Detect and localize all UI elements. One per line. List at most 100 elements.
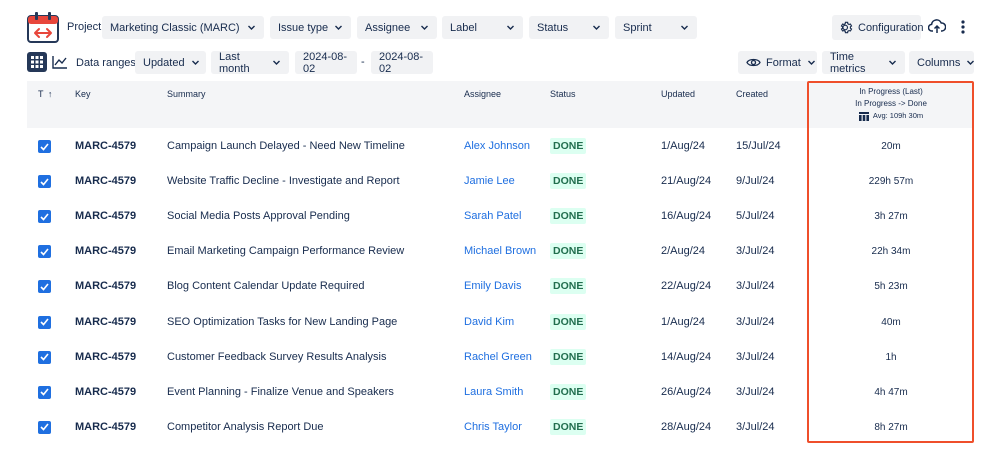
issue-key-link[interactable]: MARC-4579 (75, 210, 136, 222)
table-row[interactable]: MARC-4579 Customer Feedback Survey Result… (27, 339, 973, 374)
issue-summary[interactable]: Campaign Launch Delayed - Need New Timel… (167, 140, 405, 152)
chevron-down-icon (888, 58, 897, 67)
date-field-value: Updated (143, 56, 185, 69)
column-header-summary[interactable]: Summary (167, 89, 206, 99)
created-date: 3/Jul/24 (736, 315, 775, 328)
issue-type-filter[interactable]: Issue type (270, 16, 351, 39)
column-header-type-label: T (38, 89, 44, 99)
issue-key-link[interactable]: MARC-4579 (75, 140, 136, 152)
updated-date: 21/Aug/24 (661, 175, 712, 188)
assignee-link[interactable]: David Kim (464, 316, 514, 328)
columns-button[interactable]: Columns (909, 51, 975, 74)
date-separator: - (361, 56, 365, 68)
format-button-label: Format (766, 56, 801, 69)
issue-summary[interactable]: Blog Content Calendar Update Required (167, 280, 365, 292)
assignee-link[interactable]: Michael Brown (464, 245, 536, 257)
issue-key-link[interactable]: MARC-4579 (75, 316, 136, 328)
issue-key-link[interactable]: MARC-4579 (75, 386, 136, 398)
column-header-status[interactable]: Status (550, 89, 576, 99)
sprint-filter[interactable]: Sprint (615, 16, 697, 39)
row-checkbox[interactable] (38, 140, 51, 153)
chevron-down-icon (191, 58, 200, 67)
column-header-type[interactable]: T ↑ (38, 89, 52, 99)
assignee-link[interactable]: Chris Taylor (464, 421, 522, 433)
chevron-down-icon (807, 58, 816, 67)
table-row[interactable]: MARC-4579 SEO Optimization Tasks for New … (27, 304, 973, 339)
created-date: 3/Jul/24 (736, 420, 775, 433)
cloud-upload-icon[interactable] (927, 17, 947, 37)
column-header-updated[interactable]: Updated (661, 89, 695, 99)
issue-summary[interactable]: Social Media Posts Approval Pending (167, 210, 350, 222)
column-header-created[interactable]: Created (736, 89, 768, 99)
table-row[interactable]: MARC-4579 Blog Content Calendar Update Re… (27, 268, 973, 303)
issue-key-link[interactable]: MARC-4579 (75, 351, 136, 363)
table-row[interactable]: MARC-4579 Social Media Posts Approval Pen… (27, 198, 973, 233)
table-row[interactable]: MARC-4579 Event Planning - Finalize Venue… (27, 374, 973, 409)
assignee-link[interactable]: Sarah Patel (464, 210, 521, 222)
checkmark-icon (40, 318, 49, 326)
row-checkbox[interactable] (38, 315, 51, 329)
column-header-metric[interactable]: In Progress (Last) In Progress -> Done A… (808, 86, 974, 125)
bar-chart-icon (858, 111, 869, 121)
date-from-input[interactable]: 2024-08-02 (295, 51, 357, 75)
issue-key-link[interactable]: MARC-4579 (75, 280, 136, 292)
status-badge: DONE (550, 208, 587, 225)
metric-value: 3h 27m (874, 211, 908, 223)
date-field-select[interactable]: Updated (135, 51, 206, 74)
assignee-link[interactable]: Laura Smith (464, 386, 523, 398)
status-filter[interactable]: Status (529, 16, 609, 39)
metric-value: 5h 23m (874, 281, 908, 293)
issue-summary[interactable]: Website Traffic Decline - Investigate an… (167, 175, 400, 187)
row-checkbox[interactable] (38, 210, 51, 224)
project-select-value: Marketing Classic (MARC) (110, 21, 240, 34)
configuration-button[interactable]: Configuration (832, 15, 923, 40)
table-row[interactable]: MARC-4579 Competitor Analysis Report Due C… (27, 409, 973, 444)
issue-summary[interactable]: Event Planning - Finalize Venue and Spea… (167, 386, 394, 398)
more-options-icon[interactable] (954, 17, 972, 37)
table-row[interactable]: MARC-4579 Email Marketing Campaign Perfor… (27, 233, 973, 268)
period-select[interactable]: Last month (211, 51, 289, 75)
project-select[interactable]: Marketing Classic (MARC) (102, 16, 264, 39)
status-badge: DONE (550, 418, 587, 435)
created-date: 3/Jul/24 (736, 280, 775, 293)
assignee-link[interactable]: Alex Johnson (464, 140, 530, 152)
row-checkbox[interactable] (38, 280, 51, 294)
row-checkbox[interactable] (38, 385, 51, 399)
checkmark-icon (40, 283, 49, 291)
chevron-down-icon (680, 23, 689, 32)
column-header-key[interactable]: Key (75, 89, 91, 99)
table-row[interactable]: MARC-4579 Campaign Launch Delayed - Need … (27, 128, 973, 163)
format-button[interactable]: Format (738, 51, 817, 74)
issue-summary[interactable]: Competitor Analysis Report Due (167, 421, 324, 433)
time-metrics-button[interactable]: Time metrics (822, 51, 905, 75)
assignee-link[interactable]: Jamie Lee (464, 175, 515, 187)
issue-key-link[interactable]: MARC-4579 (75, 421, 136, 433)
row-checkbox[interactable] (38, 245, 51, 259)
row-checkbox[interactable] (38, 175, 51, 189)
issue-key-link[interactable]: MARC-4579 (75, 175, 136, 187)
assignee-link[interactable]: Emily Davis (464, 280, 521, 292)
assignee-filter[interactable]: Assignee (357, 16, 437, 39)
chevron-down-icon (966, 58, 975, 67)
metric-subtitle: In Progress -> Done (855, 99, 927, 108)
date-to-input[interactable]: 2024-08-02 (371, 51, 433, 75)
row-checkbox[interactable] (38, 350, 51, 364)
assignee-link[interactable]: Rachel Green (464, 351, 532, 363)
label-filter[interactable]: Label (442, 16, 523, 39)
status-badge: DONE (550, 313, 587, 330)
created-date: 15/Jul/24 (736, 140, 781, 152)
column-header-assignee[interactable]: Assignee (464, 89, 501, 99)
issue-key-link[interactable]: MARC-4579 (75, 245, 136, 257)
chart-view-icon[interactable] (51, 53, 69, 71)
checkmark-icon (40, 142, 49, 151)
status-filter-label: Status (537, 21, 569, 34)
chevron-down-icon (334, 23, 343, 32)
issue-summary[interactable]: SEO Optimization Tasks for New Landing P… (167, 316, 397, 328)
table-row[interactable]: MARC-4579 Website Traffic Decline - Inves… (27, 163, 973, 198)
grid-view-icon[interactable] (27, 52, 47, 72)
issue-summary[interactable]: Email Marketing Campaign Performance Rev… (167, 245, 404, 257)
row-checkbox[interactable] (38, 420, 51, 434)
updated-date: 1/Aug/24 (661, 140, 706, 152)
updated-date: 28/Aug/24 (661, 420, 712, 433)
issue-summary[interactable]: Customer Feedback Survey Results Analysi… (167, 351, 386, 363)
